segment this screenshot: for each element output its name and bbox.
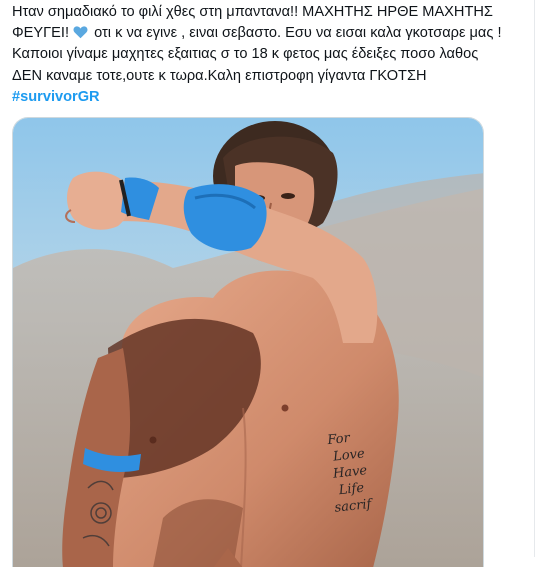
tweet-line-4: ΔΕΝ καναμε τοτε,ουτε κ τωρα.Καλη επιστρο… xyxy=(12,67,427,84)
blue-heart-icon xyxy=(73,26,88,39)
tweet-line-2-end: οτι κ να εγινε , ειναι σεβαστο. Εσυ να ε… xyxy=(94,25,502,42)
photo-illustration xyxy=(13,118,483,567)
tweet-text: Ηταν σημαδιακό το φιλί χθες στη μπαντανα… xyxy=(12,2,527,108)
tweet-line-3: Καποιοι γίναμε μαχητες εξαιτιας σ το 18 … xyxy=(12,46,479,63)
timeline-divider xyxy=(534,0,535,557)
tweet-photo[interactable]: For Love Have Life sacrif xyxy=(12,117,484,567)
tweet-line-2: ΦΕΥΓΕΙǃ οτι κ να εγινε , ειναι σεβαστο. … xyxy=(12,23,527,44)
hashtag-link[interactable]: #survivorGR xyxy=(12,87,527,108)
tweet-line-1: Ηταν σημαδιακό το φιλί χθες στη μπαντανα… xyxy=(12,4,493,20)
tweet-line-2-start: ΦΕΥΓΕΙǃ xyxy=(12,25,69,42)
